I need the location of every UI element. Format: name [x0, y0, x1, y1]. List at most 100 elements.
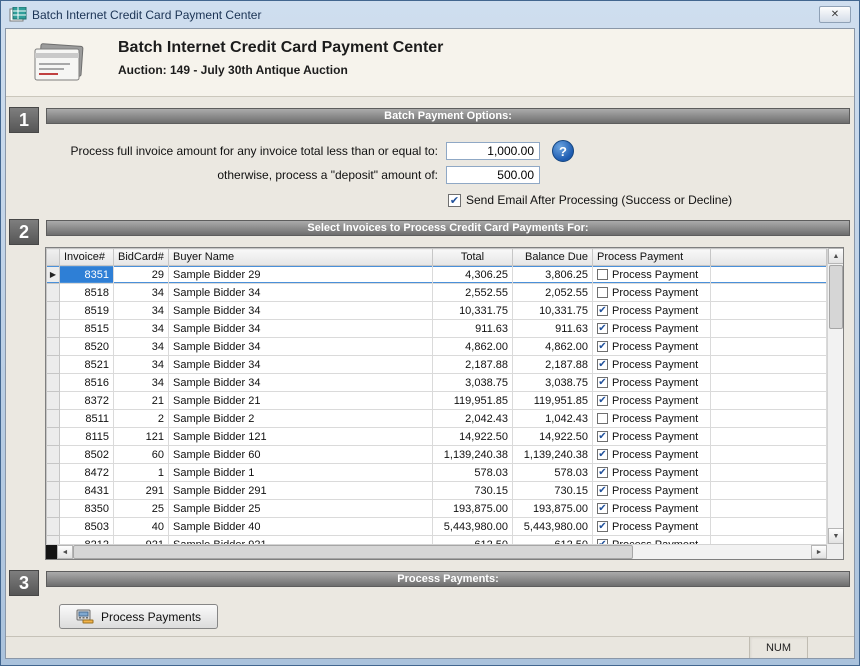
process-payment-checkbox[interactable]: [597, 413, 608, 424]
process-payment-checkbox[interactable]: ✔: [597, 359, 608, 370]
balance-due-cell: 5,443,980.00: [513, 518, 593, 536]
scroll-up-icon[interactable]: ▲: [828, 248, 844, 264]
scroll-down-icon[interactable]: ▼: [828, 528, 844, 544]
row-selector[interactable]: [47, 392, 60, 410]
close-button[interactable]: ✕: [819, 6, 851, 23]
section2-head: 2 Select Invoices to Process Credit Card…: [9, 219, 850, 245]
vertical-scroll-thumb[interactable]: [829, 265, 843, 329]
page-title: Batch Internet Credit Card Payment Cente…: [118, 39, 443, 57]
scroll-right-icon[interactable]: ►: [811, 545, 827, 559]
process-payment-label: Process Payment: [612, 449, 698, 461]
horizontal-scroll-thumb[interactable]: [73, 545, 633, 559]
filler-cell: [711, 410, 827, 428]
horizontal-scrollbar[interactable]: ◄ ►: [46, 544, 827, 559]
process-payments-label: Process Payments: [101, 610, 201, 624]
row-selector[interactable]: [47, 464, 60, 482]
vertical-scrollbar[interactable]: ▲ ▼: [827, 248, 843, 544]
invoice-row[interactable]: 84721Sample Bidder 1578.03578.03✔Process…: [47, 464, 827, 482]
row-selector[interactable]: [47, 338, 60, 356]
process-payment-label: Process Payment: [612, 395, 698, 407]
auction-subtitle: Auction: 149 - July 30th Antique Auction: [118, 63, 443, 77]
col-bidcard[interactable]: BidCard#: [114, 249, 169, 266]
row-selector[interactable]: [47, 500, 60, 518]
invoice-row[interactable]: 851634Sample Bidder 343,038.753,038.75✔P…: [47, 374, 827, 392]
invoice-row[interactable]: 850260Sample Bidder 601,139,240.381,139,…: [47, 446, 827, 464]
deposit-input[interactable]: [446, 166, 540, 184]
window-title: Batch Internet Credit Card Payment Cente…: [32, 8, 261, 22]
invoice-row[interactable]: 852034Sample Bidder 344,862.004,862.00✔P…: [47, 338, 827, 356]
total-cell: 10,331.75: [433, 302, 513, 320]
process-payment-checkbox[interactable]: ✔: [597, 485, 608, 496]
balance-due-cell: 3,806.25: [513, 266, 593, 284]
invoice-row[interactable]: 851834Sample Bidder 342,552.552,052.55Pr…: [47, 284, 827, 302]
row-selector[interactable]: ▶: [47, 266, 60, 284]
row-selector[interactable]: [47, 302, 60, 320]
full-amount-input[interactable]: [446, 142, 540, 160]
invoice-row[interactable]: 850340Sample Bidder 405,443,980.005,443,…: [47, 518, 827, 536]
invoice-row[interactable]: 852134Sample Bidder 342,187.882,187.88✔P…: [47, 356, 827, 374]
process-payment-checkbox[interactable]: [597, 287, 608, 298]
status-bar: NUM: [6, 636, 854, 658]
invoice-row[interactable]: 851534Sample Bidder 34911.63911.63✔Proce…: [47, 320, 827, 338]
process-payment-checkbox[interactable]: ✔: [597, 431, 608, 442]
invoice-cell: 8521: [60, 356, 114, 374]
send-email-label: Send Email After Processing (Success or …: [466, 193, 732, 207]
process-payment-checkbox[interactable]: ✔: [597, 341, 608, 352]
row-selector[interactable]: [47, 428, 60, 446]
buyer-name-cell: Sample Bidder 2: [169, 410, 433, 428]
invoice-cell: 8351: [60, 266, 114, 284]
process-payment-checkbox[interactable]: ✔: [597, 395, 608, 406]
scroll-left-icon[interactable]: ◄: [57, 545, 73, 559]
process-payment-checkbox[interactable]: ✔: [597, 503, 608, 514]
balance-due-cell: 730.15: [513, 482, 593, 500]
row-selector[interactable]: [47, 518, 60, 536]
process-payment-checkbox[interactable]: ✔: [597, 305, 608, 316]
process-payment-checkbox[interactable]: ✔: [597, 323, 608, 334]
invoice-cell: 8520: [60, 338, 114, 356]
invoice-row[interactable]: 8115121Sample Bidder 12114,922.5014,922.…: [47, 428, 827, 446]
full-amount-row: Process full invoice amount for any invo…: [6, 139, 854, 163]
filler-cell: [711, 374, 827, 392]
invoice-cell: 8503: [60, 518, 114, 536]
process-payment-checkbox[interactable]: ✔: [597, 377, 608, 388]
invoice-row[interactable]: 835025Sample Bidder 25193,875.00193,875.…: [47, 500, 827, 518]
invoice-row[interactable]: ▶835129Sample Bidder 294,306.253,806.25P…: [47, 266, 827, 284]
process-payment-label: Process Payment: [612, 431, 698, 443]
col-invoice[interactable]: Invoice#: [60, 249, 114, 266]
process-payment-checkbox[interactable]: ✔: [597, 449, 608, 460]
col-balance-due[interactable]: Balance Due: [513, 249, 593, 266]
row-selector[interactable]: [47, 356, 60, 374]
invoice-row[interactable]: 851934Sample Bidder 3410,331.7510,331.75…: [47, 302, 827, 320]
table-header-row: Invoice# BidCard# Buyer Name Total Balan…: [47, 249, 827, 266]
col-process-payment[interactable]: Process Payment: [593, 249, 711, 266]
process-payment-checkbox[interactable]: ✔: [597, 467, 608, 478]
col-buyer-name[interactable]: Buyer Name: [169, 249, 433, 266]
invoice-row[interactable]: 8431291Sample Bidder 291730.15730.15✔Pro…: [47, 482, 827, 500]
invoice-row[interactable]: 85112Sample Bidder 22,042.431,042.43Proc…: [47, 410, 827, 428]
row-selector[interactable]: [47, 482, 60, 500]
invoice-row[interactable]: 837221Sample Bidder 21119,951.85119,951.…: [47, 392, 827, 410]
help-button[interactable]: ?: [552, 140, 574, 162]
process-payment-label: Process Payment: [612, 485, 698, 497]
filler-cell: [711, 302, 827, 320]
total-cell: 4,306.25: [433, 266, 513, 284]
row-selector[interactable]: [47, 446, 60, 464]
bidcard-cell: 34: [114, 320, 169, 338]
total-cell: 4,862.00: [433, 338, 513, 356]
batch-payment-options: Process full invoice amount for any invo…: [6, 139, 854, 209]
row-selector[interactable]: [47, 320, 60, 338]
col-total[interactable]: Total: [433, 249, 513, 266]
send-email-checkbox[interactable]: ✔: [448, 194, 461, 207]
total-cell: 119,951.85: [433, 392, 513, 410]
process-payment-label: Process Payment: [612, 305, 698, 317]
row-selector[interactable]: [47, 284, 60, 302]
col-filler: [711, 249, 827, 266]
scroll-track[interactable]: [633, 545, 811, 559]
process-payment-checkbox[interactable]: ✔: [597, 521, 608, 532]
invoice-cell: 8350: [60, 500, 114, 518]
row-selector[interactable]: [47, 374, 60, 392]
bidcard-cell: 34: [114, 302, 169, 320]
process-payments-button[interactable]: Process Payments: [59, 604, 218, 629]
process-payment-checkbox[interactable]: [597, 269, 608, 280]
row-selector[interactable]: [47, 410, 60, 428]
